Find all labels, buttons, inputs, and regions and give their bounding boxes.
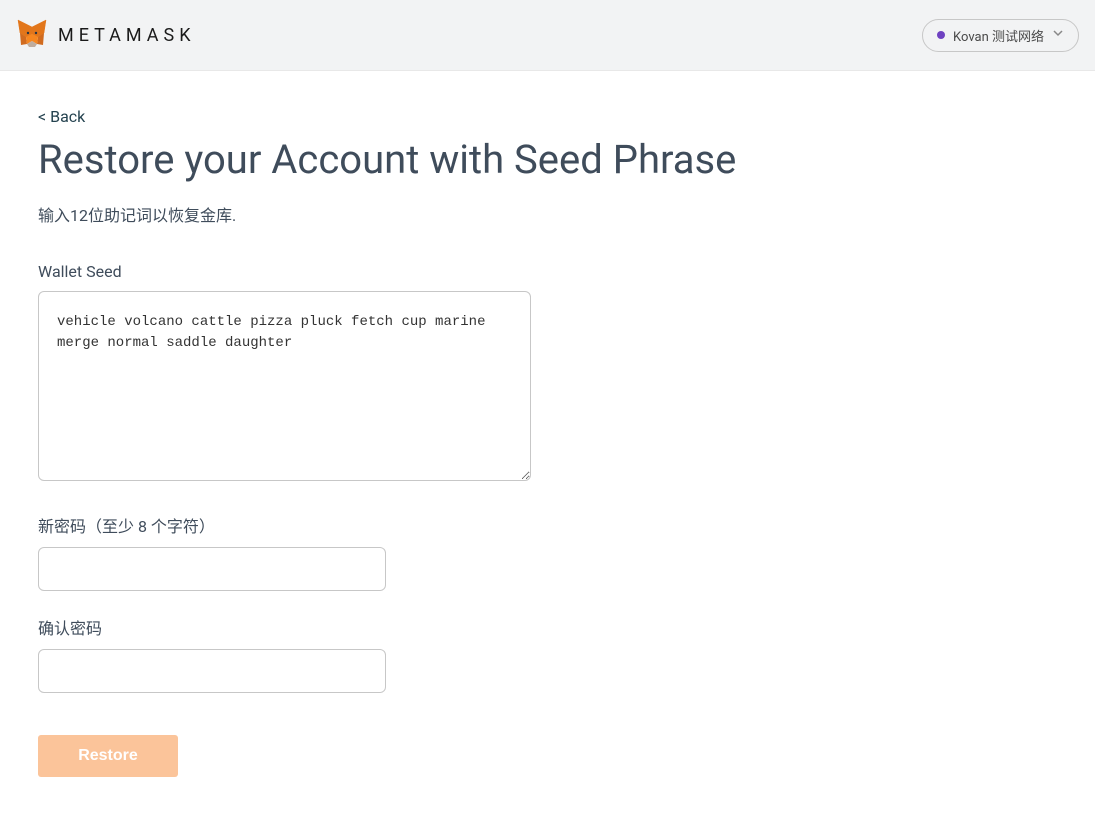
chevron-down-icon <box>1052 27 1064 43</box>
app-header: METAMASK Kovan 测试网络 <box>0 0 1095 71</box>
new-password-label: 新密码（至少 8 个字符） <box>38 513 1057 537</box>
main-content: < Back Restore your Account with Seed Ph… <box>0 71 1095 813</box>
page-subtitle: 输入12位助记词以恢复金库. <box>38 202 1057 226</box>
fox-logo-icon <box>16 17 48 53</box>
brand-logo-wrap: METAMASK <box>16 17 196 53</box>
restore-button[interactable]: Restore <box>38 735 178 777</box>
network-status-dot-icon <box>937 31 945 39</box>
back-link[interactable]: < Back <box>38 107 85 126</box>
wallet-seed-textarea[interactable] <box>38 291 531 481</box>
network-selector[interactable]: Kovan 测试网络 <box>922 19 1079 52</box>
new-password-input[interactable] <box>38 547 386 591</box>
confirm-password-label: 确认密码 <box>38 615 1057 639</box>
network-label: Kovan 测试网络 <box>953 26 1044 45</box>
confirm-password-input[interactable] <box>38 649 386 693</box>
wallet-seed-label: Wallet Seed <box>38 262 1057 281</box>
brand-text: METAMASK <box>58 25 196 46</box>
page-title: Restore your Account with Seed Phrase <box>38 136 1057 184</box>
